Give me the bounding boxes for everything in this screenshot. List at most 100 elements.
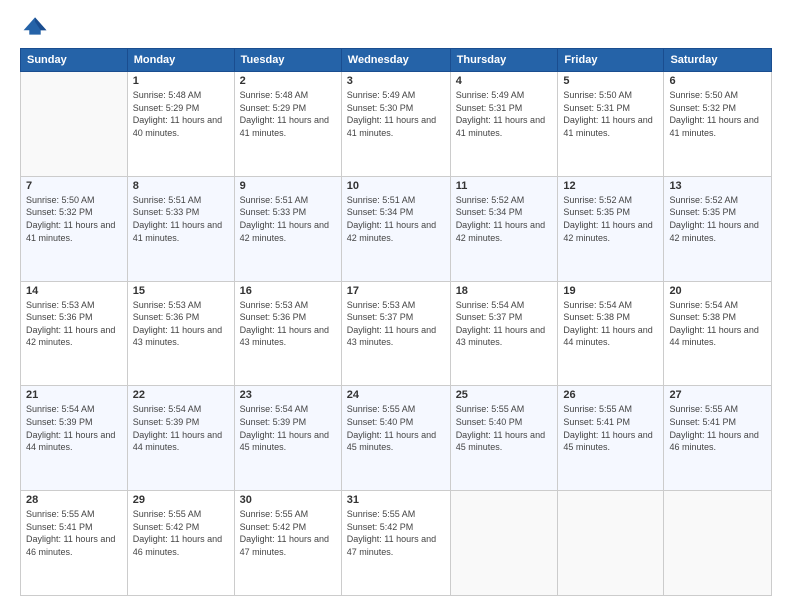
day-number: 19	[563, 285, 658, 297]
calendar-cell: 21Sunrise: 5:54 AMSunset: 5:39 PMDayligh…	[21, 386, 128, 491]
day-info: Sunrise: 5:55 AMSunset: 5:40 PMDaylight:…	[456, 403, 553, 453]
calendar-cell: 17 Sunrise: 5:53 AMSunset: 5:37 PMDayligh…	[341, 281, 450, 386]
day-info: Sunrise: 5:51 AMSunset: 5:33 PMDaylight:…	[240, 194, 336, 244]
day-number: 18	[456, 285, 553, 297]
calendar-cell: 5 Sunrise: 5:50 AMSunset: 5:31 PMDaylight…	[558, 72, 664, 177]
day-header-thursday: Thursday	[450, 49, 558, 72]
day-info: Sunrise: 5:54 AMSunset: 5:39 PMDaylight:…	[133, 403, 229, 453]
day-number: 12	[563, 180, 658, 192]
calendar-cell: 28 Sunrise: 5:55 AMSunset: 5:41 PMDayligh…	[21, 491, 128, 596]
calendar-cell	[450, 491, 558, 596]
calendar-cell: 14 Sunrise: 5:53 AMSunset: 5:36 PMDayligh…	[21, 281, 128, 386]
day-number: 4	[456, 75, 553, 87]
day-number: 28	[26, 494, 122, 506]
calendar-cell: 7 Sunrise: 5:50 AMSunset: 5:32 PMDaylight…	[21, 176, 128, 281]
day-info: Sunrise: 5:52 AMSunset: 5:35 PMDaylight:…	[669, 194, 766, 244]
day-info: Sunrise: 5:54 AMSunset: 5:37 PMDaylight:…	[456, 299, 553, 349]
calendar-cell: 26 Sunrise: 5:55 AMSunset: 5:41 PMDayligh…	[558, 386, 664, 491]
calendar-cell: 25 Sunrise: 5:55 AMSunset: 5:40 PMDayligh…	[450, 386, 558, 491]
day-info: Sunrise: 5:55 AMSunset: 5:42 PMDaylight:…	[240, 508, 336, 558]
calendar-cell: 15 Sunrise: 5:53 AMSunset: 5:36 PMDayligh…	[127, 281, 234, 386]
day-number: 11	[456, 180, 553, 192]
logo	[20, 16, 54, 38]
day-number: 17	[347, 285, 445, 297]
day-header-tuesday: Tuesday	[234, 49, 341, 72]
day-info: Sunrise: 5:53 AMSunset: 5:36 PMDaylight:…	[133, 299, 229, 349]
day-number: 5	[563, 75, 658, 87]
day-info: Sunrise: 5:55 AMSunset: 5:40 PMDaylight:…	[347, 403, 445, 453]
calendar-cell: 29 Sunrise: 5:55 AMSunset: 5:42 PMDayligh…	[127, 491, 234, 596]
calendar-cell: 10Sunrise: 5:51 AMSunset: 5:34 PMDayligh…	[341, 176, 450, 281]
day-info: Sunrise: 5:55 AMSunset: 5:41 PMDaylight:…	[26, 508, 122, 558]
calendar-cell: 27 Sunrise: 5:55 AMSunset: 5:41 PMDayligh…	[664, 386, 772, 491]
day-number: 21	[26, 389, 122, 401]
calendar-cell: 19 Sunrise: 5:54 AMSunset: 5:38 PMDayligh…	[558, 281, 664, 386]
day-info: Sunrise: 5:52 AMSunset: 5:35 PMDaylight:…	[563, 194, 658, 244]
calendar-cell: 3 Sunrise: 5:49 AMSunset: 5:30 PMDaylight…	[341, 72, 450, 177]
calendar-cell: 30 Sunrise: 5:55 AMSunset: 5:42 PMDayligh…	[234, 491, 341, 596]
day-number: 3	[347, 75, 445, 87]
day-number: 16	[240, 285, 336, 297]
day-number: 7	[26, 180, 122, 192]
calendar-cell	[21, 72, 128, 177]
calendar-cell: 13 Sunrise: 5:52 AMSunset: 5:35 PMDayligh…	[664, 176, 772, 281]
day-number: 25	[456, 389, 553, 401]
day-number: 26	[563, 389, 658, 401]
day-info: Sunrise: 5:55 AMSunset: 5:41 PMDaylight:…	[669, 403, 766, 453]
day-number: 20	[669, 285, 766, 297]
calendar-cell: 12 Sunrise: 5:52 AMSunset: 5:35 PMDayligh…	[558, 176, 664, 281]
day-number: 9	[240, 180, 336, 192]
day-info: Sunrise: 5:51 AMSunset: 5:33 PMDaylight:…	[133, 194, 229, 244]
page: SundayMondayTuesdayWednesdayThursdayFrid…	[0, 0, 792, 612]
day-header-friday: Friday	[558, 49, 664, 72]
day-info: Sunrise: 5:49 AMSunset: 5:30 PMDaylight:…	[347, 89, 445, 139]
day-info: Sunrise: 5:54 AMSunset: 5:39 PMDaylight:…	[240, 403, 336, 453]
day-info: Sunrise: 5:52 AMSunset: 5:34 PMDaylight:…	[456, 194, 553, 244]
calendar-cell	[664, 491, 772, 596]
day-number: 30	[240, 494, 336, 506]
day-number: 29	[133, 494, 229, 506]
calendar-cell: 2 Sunrise: 5:48 AMSunset: 5:29 PMDaylight…	[234, 72, 341, 177]
calendar-cell: 18 Sunrise: 5:54 AMSunset: 5:37 PMDayligh…	[450, 281, 558, 386]
day-info: Sunrise: 5:54 AMSunset: 5:38 PMDaylight:…	[563, 299, 658, 349]
day-number: 15	[133, 285, 229, 297]
calendar-cell: 31Sunrise: 5:55 AMSunset: 5:42 PMDayligh…	[341, 491, 450, 596]
calendar-cell: 1Sunrise: 5:48 AMSunset: 5:29 PMDaylight…	[127, 72, 234, 177]
day-number: 8	[133, 180, 229, 192]
day-number: 14	[26, 285, 122, 297]
day-number: 6	[669, 75, 766, 87]
day-number: 27	[669, 389, 766, 401]
day-number: 24	[347, 389, 445, 401]
day-header-monday: Monday	[127, 49, 234, 72]
day-header-saturday: Saturday	[664, 49, 772, 72]
day-info: Sunrise: 5:49 AMSunset: 5:31 PMDaylight:…	[456, 89, 553, 139]
calendar-table: SundayMondayTuesdayWednesdayThursdayFrid…	[20, 48, 772, 596]
day-info: Sunrise: 5:55 AMSunset: 5:41 PMDaylight:…	[563, 403, 658, 453]
day-info: Sunrise: 5:53 AMSunset: 5:37 PMDaylight:…	[347, 299, 445, 349]
calendar-cell: 6 Sunrise: 5:50 AMSunset: 5:32 PMDaylight…	[664, 72, 772, 177]
day-number: 2	[240, 75, 336, 87]
day-info: Sunrise: 5:55 AMSunset: 5:42 PMDaylight:…	[133, 508, 229, 558]
calendar-cell: 8 Sunrise: 5:51 AMSunset: 5:33 PMDaylight…	[127, 176, 234, 281]
day-info: Sunrise: 5:54 AMSunset: 5:38 PMDaylight:…	[669, 299, 766, 349]
calendar-cell: 9 Sunrise: 5:51 AMSunset: 5:33 PMDaylight…	[234, 176, 341, 281]
calendar-cell: 22Sunrise: 5:54 AMSunset: 5:39 PMDayligh…	[127, 386, 234, 491]
day-info: Sunrise: 5:50 AMSunset: 5:31 PMDaylight:…	[563, 89, 658, 139]
day-info: Sunrise: 5:53 AMSunset: 5:36 PMDaylight:…	[240, 299, 336, 349]
day-header-sunday: Sunday	[21, 49, 128, 72]
calendar-cell: 23Sunrise: 5:54 AMSunset: 5:39 PMDayligh…	[234, 386, 341, 491]
calendar-cell: 16 Sunrise: 5:53 AMSunset: 5:36 PMDayligh…	[234, 281, 341, 386]
calendar-cell	[558, 491, 664, 596]
day-number: 10	[347, 180, 445, 192]
calendar-cell: 4 Sunrise: 5:49 AMSunset: 5:31 PMDaylight…	[450, 72, 558, 177]
day-info: Sunrise: 5:50 AMSunset: 5:32 PMDaylight:…	[26, 194, 122, 244]
day-info: Sunrise: 5:48 AMSunset: 5:29 PMDaylight:…	[240, 89, 336, 139]
day-header-wednesday: Wednesday	[341, 49, 450, 72]
logo-icon	[20, 16, 50, 36]
calendar-cell: 24 Sunrise: 5:55 AMSunset: 5:40 PMDayligh…	[341, 386, 450, 491]
header	[20, 16, 772, 38]
day-number: 13	[669, 180, 766, 192]
day-info: Sunrise: 5:50 AMSunset: 5:32 PMDaylight:…	[669, 89, 766, 139]
day-number: 31	[347, 494, 445, 506]
day-info: Sunrise: 5:53 AMSunset: 5:36 PMDaylight:…	[26, 299, 122, 349]
